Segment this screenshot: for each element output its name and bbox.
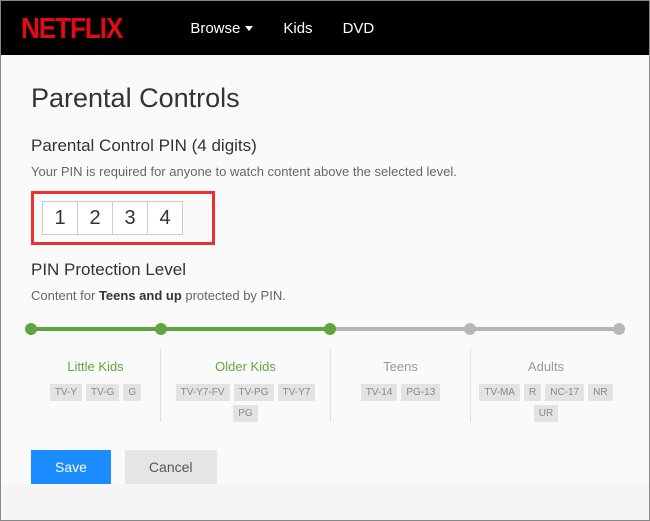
level-description: Content for Teens and up protected by PI… <box>31 288 619 303</box>
rating-tag: PG-13 <box>401 384 440 401</box>
slider-dot-4[interactable] <box>613 323 625 335</box>
level-name: Older Kids <box>165 359 326 374</box>
rating-tag: TV-Y7 <box>278 384 316 401</box>
level-columns: Little KidsTV-YTV-GGOlder KidsTV-Y7-FVTV… <box>31 349 619 422</box>
slider-dot-0[interactable] <box>25 323 37 335</box>
level-name: Adults <box>475 359 617 374</box>
rating-tags: TV-MARNC-17NR UR <box>475 384 617 422</box>
rating-tag: NC-17 <box>545 384 584 401</box>
rating-tags: TV-14PG-13 <box>335 384 466 401</box>
level-desc-prefix: Content for <box>31 288 99 303</box>
rating-tag: TV-Y7-FV <box>176 384 230 401</box>
level-col-teens[interactable]: Teens TV-14PG-13 <box>331 349 471 422</box>
rating-tag: G <box>123 384 141 401</box>
rating-tag: TV-G <box>86 384 119 401</box>
level-name: Teens <box>335 359 466 374</box>
main-content: Parental Controls Parental Control PIN (… <box>1 55 649 484</box>
nav-item-label: DVD <box>343 20 375 37</box>
level-name: Little Kids <box>35 359 156 374</box>
main-nav: Browse Kids DVD <box>190 20 374 37</box>
netflix-logo[interactable]: NETFLIX <box>21 11 122 45</box>
nav-item-label: Browse <box>190 20 240 37</box>
pin-digit-1[interactable]: 1 <box>42 201 78 235</box>
nav-item-browse[interactable]: Browse <box>190 20 253 37</box>
nav-item-kids[interactable]: Kids <box>283 20 312 37</box>
pin-input-group: 1234 <box>31 191 215 245</box>
pin-digit-4[interactable]: 4 <box>147 201 183 235</box>
level-desc-bold: Teens and up <box>99 288 182 303</box>
rating-tag: TV-Y <box>50 384 82 401</box>
action-buttons: Save Cancel <box>31 450 619 484</box>
top-header: NETFLIX Browse Kids DVD <box>1 1 649 55</box>
nav-item-label: Kids <box>283 20 312 37</box>
slider-dot-3[interactable] <box>464 323 476 335</box>
save-button[interactable]: Save <box>31 450 111 484</box>
level-heading: PIN Protection Level <box>31 260 619 280</box>
chevron-down-icon <box>245 26 253 31</box>
pin-digit-3[interactable]: 3 <box>112 201 148 235</box>
level-desc-suffix: protected by PIN. <box>182 288 286 303</box>
nav-item-dvd[interactable]: DVD <box>343 20 375 37</box>
pin-heading: Parental Control PIN (4 digits) <box>31 136 619 156</box>
rating-tags: TV-Y7-FVTV-PGTV-Y7 PG <box>165 384 326 422</box>
rating-tag: R <box>524 384 541 401</box>
level-col-little-kids[interactable]: Little Kids TV-YTV-GG <box>31 349 161 422</box>
rating-tag: TV-14 <box>361 384 398 401</box>
pin-digit-2[interactable]: 2 <box>77 201 113 235</box>
rating-tags: TV-YTV-GG <box>35 384 156 401</box>
slider-dot-1[interactable] <box>155 323 167 335</box>
slider-dot-2[interactable] <box>324 323 336 335</box>
rating-tag: UR <box>534 405 558 422</box>
rating-tag: TV-MA <box>479 384 520 401</box>
rating-tag: TV-PG <box>234 384 274 401</box>
rating-tag: PG <box>233 405 257 422</box>
slider-track-fill <box>31 327 330 331</box>
level-col-adults[interactable]: Adults TV-MARNC-17NR UR <box>471 349 621 422</box>
level-slider[interactable] <box>31 321 619 337</box>
cancel-button[interactable]: Cancel <box>125 450 217 484</box>
rating-tag: NR <box>588 384 612 401</box>
page-title: Parental Controls <box>31 83 619 114</box>
pin-description: Your PIN is required for anyone to watch… <box>31 164 619 179</box>
level-col-older-kids[interactable]: Older Kids TV-Y7-FVTV-PGTV-Y7 PG <box>161 349 331 422</box>
